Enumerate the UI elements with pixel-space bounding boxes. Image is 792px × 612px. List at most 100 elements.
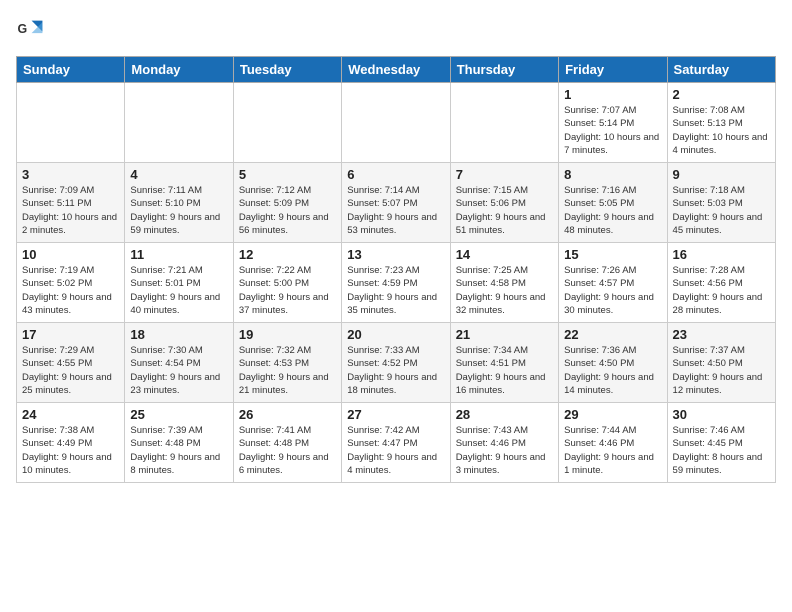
- weekday-header-friday: Friday: [559, 57, 667, 83]
- day-info: Sunrise: 7:28 AM Sunset: 4:56 PM Dayligh…: [673, 264, 770, 317]
- day-info: Sunrise: 7:43 AM Sunset: 4:46 PM Dayligh…: [456, 424, 553, 477]
- day-info: Sunrise: 7:19 AM Sunset: 5:02 PM Dayligh…: [22, 264, 119, 317]
- day-number: 22: [564, 327, 661, 342]
- calendar-cell: 27 Sunrise: 7:42 AM Sunset: 4:47 PM Dayli…: [342, 403, 450, 483]
- calendar-cell: 12 Sunrise: 7:22 AM Sunset: 5:00 PM Dayli…: [233, 243, 341, 323]
- day-number: 18: [130, 327, 227, 342]
- day-number: 9: [673, 167, 770, 182]
- calendar-cell: 3Sunrise: 7:09 AM Sunset: 5:11 PM Daylig…: [17, 163, 125, 243]
- calendar-cell: 29Sunrise: 7:44 AM Sunset: 4:46 PM Dayli…: [559, 403, 667, 483]
- day-info: Sunrise: 7:26 AM Sunset: 4:57 PM Dayligh…: [564, 264, 661, 317]
- calendar-cell: 25Sunrise: 7:39 AM Sunset: 4:48 PM Dayli…: [125, 403, 233, 483]
- day-number: 4: [130, 167, 227, 182]
- day-number: 23: [673, 327, 770, 342]
- day-info: Sunrise: 7:14 AM Sunset: 5:07 PM Dayligh…: [347, 184, 444, 237]
- logo: G: [16, 16, 48, 44]
- day-info: Sunrise: 7:42 AM Sunset: 4:47 PM Dayligh…: [347, 424, 444, 477]
- day-number: 21: [456, 327, 553, 342]
- calendar-cell: 20 Sunrise: 7:33 AM Sunset: 4:52 PM Dayli…: [342, 323, 450, 403]
- page-header: G: [16, 16, 776, 44]
- weekday-header-saturday: Saturday: [667, 57, 775, 83]
- day-number: 16: [673, 247, 770, 262]
- day-info: Sunrise: 7:33 AM Sunset: 4:52 PM Dayligh…: [347, 344, 444, 397]
- calendar-cell: [233, 83, 341, 163]
- calendar-cell: 10 Sunrise: 7:19 AM Sunset: 5:02 PM Dayli…: [17, 243, 125, 323]
- day-number: 3: [22, 167, 119, 182]
- calendar-cell: 22 Sunrise: 7:36 AM Sunset: 4:50 PM Dayli…: [559, 323, 667, 403]
- calendar-week-5: 24 Sunrise: 7:38 AM Sunset: 4:49 PM Dayli…: [17, 403, 776, 483]
- calendar-cell: 14 Sunrise: 7:25 AM Sunset: 4:58 PM Dayli…: [450, 243, 558, 323]
- day-info: Sunrise: 7:44 AM Sunset: 4:46 PM Dayligh…: [564, 424, 661, 477]
- calendar-cell: 17 Sunrise: 7:29 AM Sunset: 4:55 PM Dayli…: [17, 323, 125, 403]
- calendar-cell: 23 Sunrise: 7:37 AM Sunset: 4:50 PM Dayli…: [667, 323, 775, 403]
- weekday-header-row: SundayMondayTuesdayWednesdayThursdayFrid…: [17, 57, 776, 83]
- day-info: Sunrise: 7:22 AM Sunset: 5:00 PM Dayligh…: [239, 264, 336, 317]
- calendar-cell: 26Sunrise: 7:41 AM Sunset: 4:48 PM Dayli…: [233, 403, 341, 483]
- calendar-cell: 6 Sunrise: 7:14 AM Sunset: 5:07 PM Daylig…: [342, 163, 450, 243]
- weekday-header-sunday: Sunday: [17, 57, 125, 83]
- day-number: 6: [347, 167, 444, 182]
- calendar-cell: 9Sunrise: 7:18 AM Sunset: 5:03 PM Daylig…: [667, 163, 775, 243]
- day-info: Sunrise: 7:23 AM Sunset: 4:59 PM Dayligh…: [347, 264, 444, 317]
- day-info: Sunrise: 7:15 AM Sunset: 5:06 PM Dayligh…: [456, 184, 553, 237]
- day-number: 1: [564, 87, 661, 102]
- calendar-cell: 2 Sunrise: 7:08 AM Sunset: 5:13 PM Daylig…: [667, 83, 775, 163]
- day-info: Sunrise: 7:11 AM Sunset: 5:10 PM Dayligh…: [130, 184, 227, 237]
- day-number: 5: [239, 167, 336, 182]
- day-info: Sunrise: 7:25 AM Sunset: 4:58 PM Dayligh…: [456, 264, 553, 317]
- calendar-cell: 24 Sunrise: 7:38 AM Sunset: 4:49 PM Dayli…: [17, 403, 125, 483]
- day-number: 30: [673, 407, 770, 422]
- day-info: Sunrise: 7:41 AM Sunset: 4:48 PM Dayligh…: [239, 424, 336, 477]
- calendar-cell: [450, 83, 558, 163]
- day-info: Sunrise: 7:21 AM Sunset: 5:01 PM Dayligh…: [130, 264, 227, 317]
- calendar-cell: 11 Sunrise: 7:21 AM Sunset: 5:01 PM Dayli…: [125, 243, 233, 323]
- calendar-cell: 28 Sunrise: 7:43 AM Sunset: 4:46 PM Dayli…: [450, 403, 558, 483]
- calendar-cell: 4 Sunrise: 7:11 AM Sunset: 5:10 PM Daylig…: [125, 163, 233, 243]
- calendar-cell: 15 Sunrise: 7:26 AM Sunset: 4:57 PM Dayli…: [559, 243, 667, 323]
- calendar-cell: 16 Sunrise: 7:28 AM Sunset: 4:56 PM Dayli…: [667, 243, 775, 323]
- calendar-body: 1Sunrise: 7:07 AM Sunset: 5:14 PM Daylig…: [17, 83, 776, 483]
- day-info: Sunrise: 7:29 AM Sunset: 4:55 PM Dayligh…: [22, 344, 119, 397]
- calendar-cell: 19Sunrise: 7:32 AM Sunset: 4:53 PM Dayli…: [233, 323, 341, 403]
- day-number: 25: [130, 407, 227, 422]
- svg-text:G: G: [18, 22, 28, 36]
- day-info: Sunrise: 7:37 AM Sunset: 4:50 PM Dayligh…: [673, 344, 770, 397]
- day-info: Sunrise: 7:46 AM Sunset: 4:45 PM Dayligh…: [673, 424, 770, 477]
- day-info: Sunrise: 7:36 AM Sunset: 4:50 PM Dayligh…: [564, 344, 661, 397]
- weekday-header-monday: Monday: [125, 57, 233, 83]
- calendar-cell: 1Sunrise: 7:07 AM Sunset: 5:14 PM Daylig…: [559, 83, 667, 163]
- day-info: Sunrise: 7:08 AM Sunset: 5:13 PM Dayligh…: [673, 104, 770, 157]
- day-info: Sunrise: 7:38 AM Sunset: 4:49 PM Dayligh…: [22, 424, 119, 477]
- calendar-cell: [342, 83, 450, 163]
- calendar-week-4: 17 Sunrise: 7:29 AM Sunset: 4:55 PM Dayli…: [17, 323, 776, 403]
- logo-icon: G: [16, 16, 44, 44]
- day-info: Sunrise: 7:30 AM Sunset: 4:54 PM Dayligh…: [130, 344, 227, 397]
- day-number: 28: [456, 407, 553, 422]
- day-number: 15: [564, 247, 661, 262]
- day-number: 13: [347, 247, 444, 262]
- day-number: 24: [22, 407, 119, 422]
- day-number: 10: [22, 247, 119, 262]
- day-number: 20: [347, 327, 444, 342]
- calendar-cell: 7Sunrise: 7:15 AM Sunset: 5:06 PM Daylig…: [450, 163, 558, 243]
- weekday-header-tuesday: Tuesday: [233, 57, 341, 83]
- calendar-week-2: 3Sunrise: 7:09 AM Sunset: 5:11 PM Daylig…: [17, 163, 776, 243]
- day-number: 17: [22, 327, 119, 342]
- day-number: 27: [347, 407, 444, 422]
- calendar-cell: 18 Sunrise: 7:30 AM Sunset: 4:54 PM Dayli…: [125, 323, 233, 403]
- calendar-cell: 21Sunrise: 7:34 AM Sunset: 4:51 PM Dayli…: [450, 323, 558, 403]
- calendar-week-1: 1Sunrise: 7:07 AM Sunset: 5:14 PM Daylig…: [17, 83, 776, 163]
- day-number: 14: [456, 247, 553, 262]
- day-number: 11: [130, 247, 227, 262]
- day-number: 2: [673, 87, 770, 102]
- calendar-cell: 5Sunrise: 7:12 AM Sunset: 5:09 PM Daylig…: [233, 163, 341, 243]
- calendar-cell: 30 Sunrise: 7:46 AM Sunset: 4:45 PM Dayli…: [667, 403, 775, 483]
- calendar-cell: 13 Sunrise: 7:23 AM Sunset: 4:59 PM Dayli…: [342, 243, 450, 323]
- day-number: 8: [564, 167, 661, 182]
- day-number: 12: [239, 247, 336, 262]
- calendar-cell: 8Sunrise: 7:16 AM Sunset: 5:05 PM Daylig…: [559, 163, 667, 243]
- calendar-cell: [17, 83, 125, 163]
- day-number: 19: [239, 327, 336, 342]
- calendar-cell: [125, 83, 233, 163]
- weekday-header-wednesday: Wednesday: [342, 57, 450, 83]
